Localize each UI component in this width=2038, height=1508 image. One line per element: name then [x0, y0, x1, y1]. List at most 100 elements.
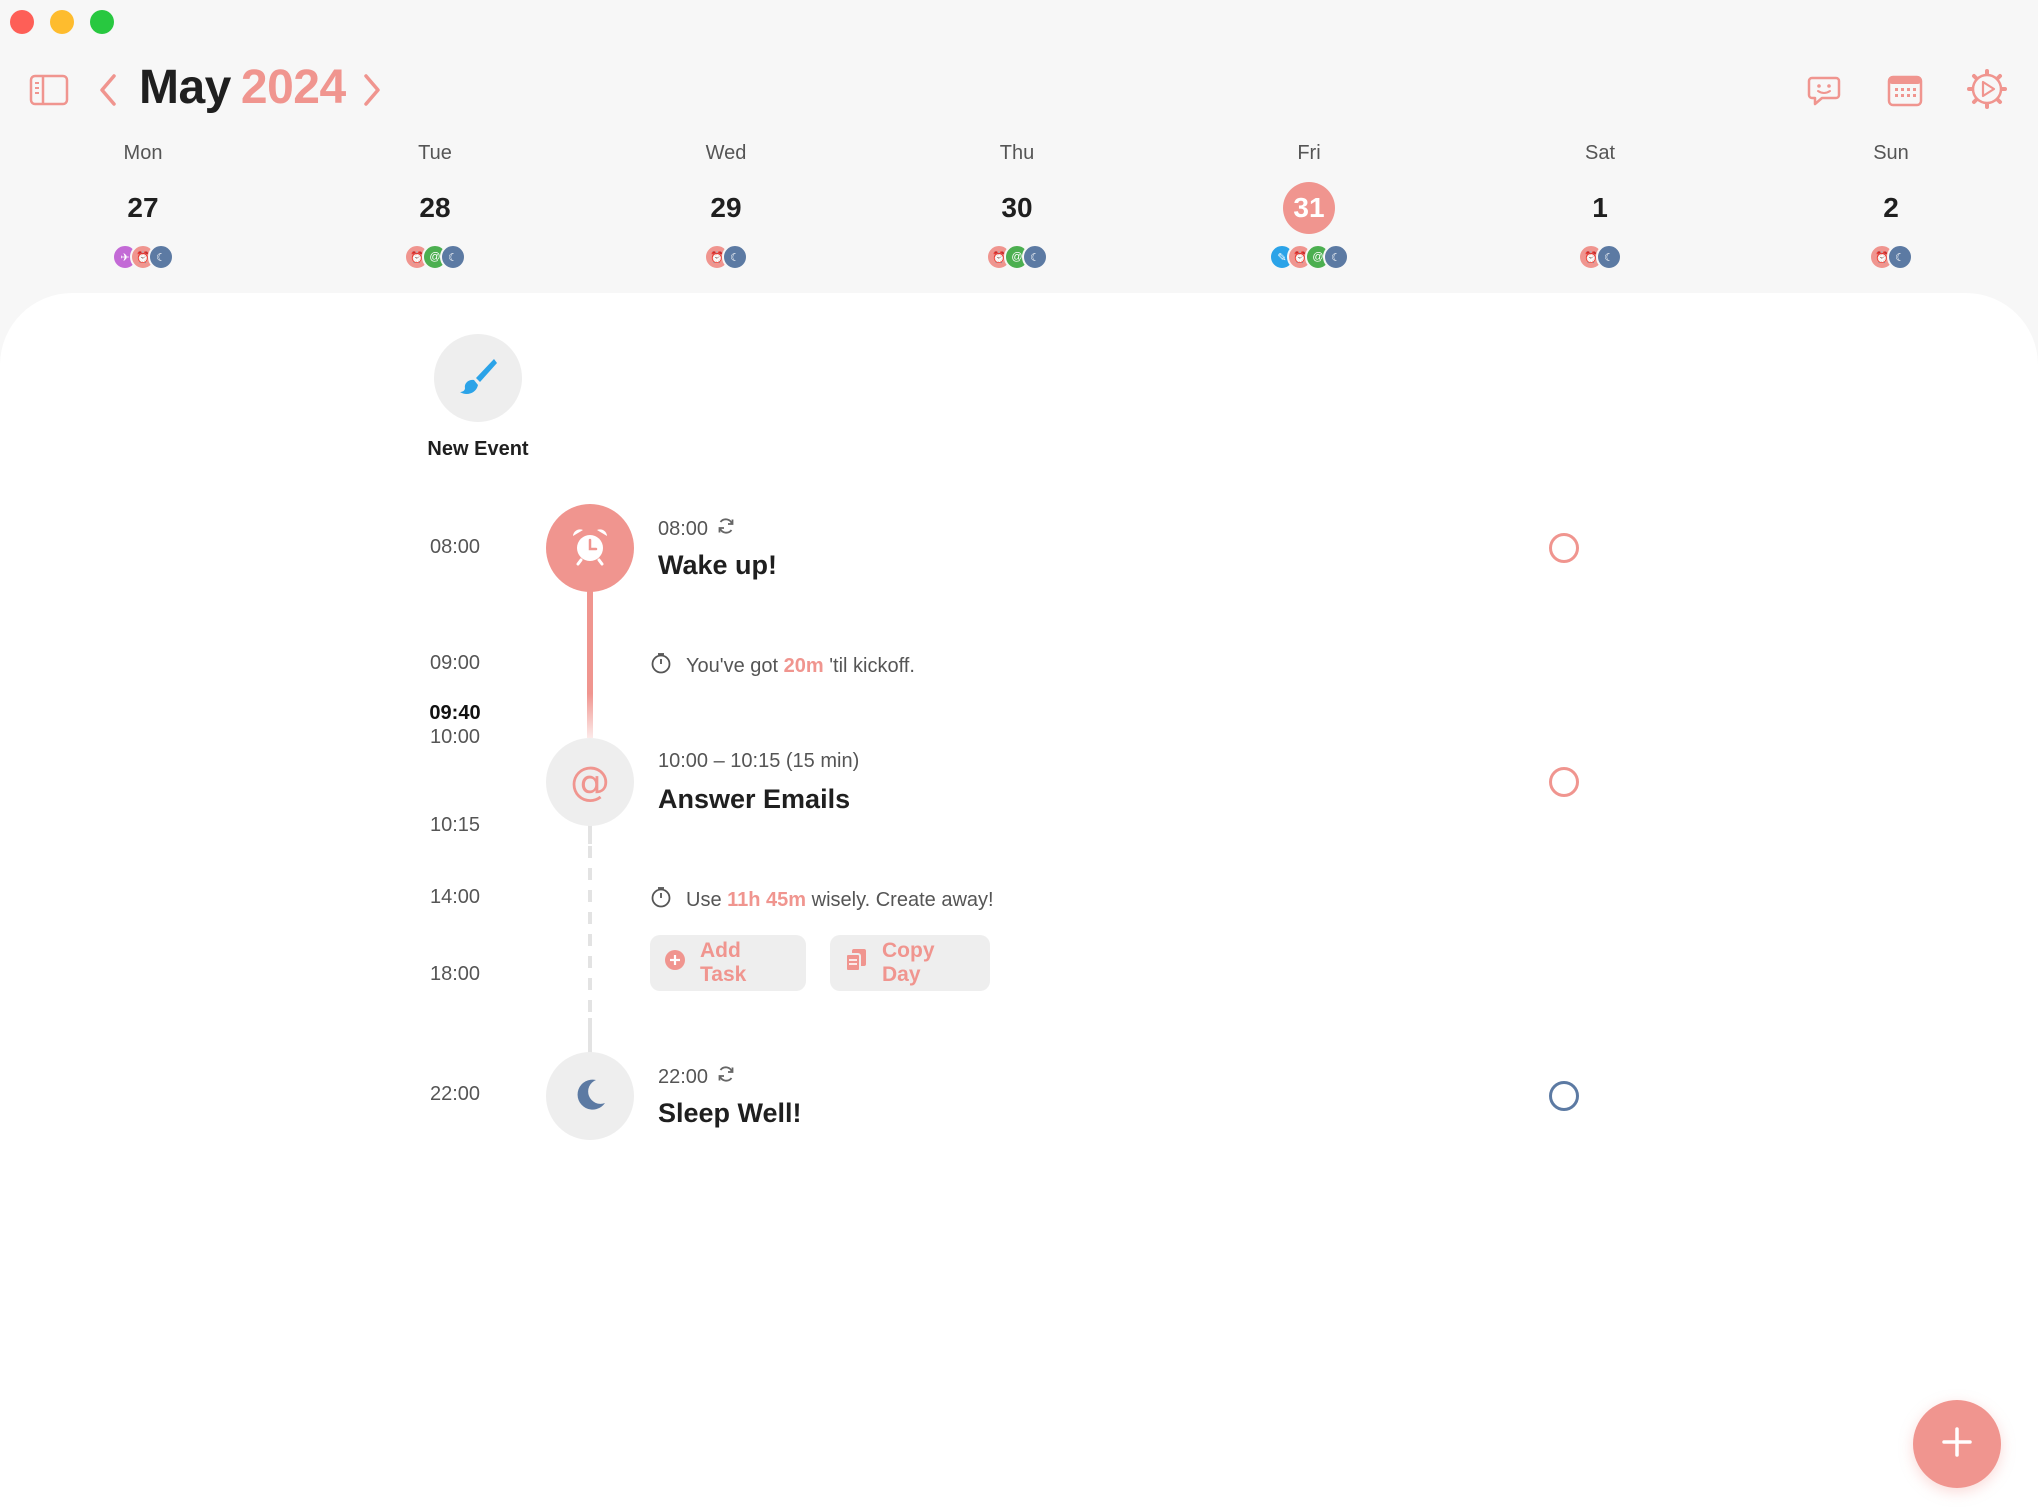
event-time: 08:00	[658, 517, 709, 540]
free-time-message: You've got 20m 'til kickoff.	[650, 652, 915, 680]
plus-circle-icon	[664, 949, 686, 977]
new-event-label: New Event	[427, 438, 529, 460]
day-cell-tue[interactable]: Tue 28 ⏰ @ ☾	[360, 138, 510, 270]
repeat-icon	[716, 516, 736, 542]
event-time: 10:00 – 10:15 (15 min)	[658, 750, 860, 772]
weekday-label: Thu	[999, 142, 1035, 164]
day-cell-mon[interactable]: Mon 27 ✈ ⏰ ☾	[68, 138, 218, 270]
elapsed-timeline-line	[587, 590, 593, 738]
day-cell-sun[interactable]: Sun 2 ⏰ ☾	[1816, 138, 1966, 270]
complete-checkbox[interactable]	[1549, 533, 1579, 563]
current-time-label: 09:40	[429, 702, 481, 724]
copy-documents-icon	[844, 947, 868, 979]
day-number: 2	[1883, 192, 1899, 223]
time-label: 10:15	[429, 814, 481, 836]
event-title: Wake up!	[658, 550, 778, 580]
time-label: 10:00	[429, 726, 481, 748]
add-task-button[interactable]: Add Task	[650, 935, 806, 991]
timeline-line-segment	[588, 1018, 592, 1054]
event-time-meta: 22:00	[658, 1064, 736, 1090]
copy-day-label: Copy Day	[882, 939, 935, 986]
gap-suffix: 'til kickoff.	[829, 654, 915, 677]
day-cell-thu[interactable]: Thu 30 ⏰ @ ☾	[942, 138, 1092, 270]
event-time: 22:00	[658, 1065, 709, 1088]
next-month-chevron-icon[interactable]	[358, 70, 386, 110]
event-title: Sleep Well!	[658, 1098, 802, 1128]
time-label: 22:00	[429, 1083, 481, 1105]
complete-checkbox[interactable]	[1549, 767, 1579, 797]
copy-day-button[interactable]: Copy Day	[830, 935, 990, 991]
weekday-label: Sun	[1873, 142, 1909, 164]
timer-icon	[650, 886, 672, 914]
month-label: May	[139, 61, 231, 114]
plus-icon	[1940, 1425, 1974, 1464]
event-indicator-dots: ✎ ⏰ @ ☾	[1234, 244, 1384, 270]
event-indicator-dots: ✈ ⏰ ☾	[68, 244, 218, 270]
settings-gear-icon[interactable]	[1966, 68, 2008, 110]
day-number: 29	[710, 192, 742, 223]
event-indicator-dots: ⏰ ☾	[651, 244, 801, 270]
gap-duration: 11h 45m	[727, 888, 807, 911]
timer-icon	[650, 652, 672, 680]
month-year-title: May 2024	[139, 60, 346, 115]
minimize-window-button[interactable]	[50, 10, 74, 34]
day-cell-sat[interactable]: Sat 1 ⏰ ☾	[1525, 138, 1675, 270]
add-event-fab[interactable]	[1913, 1400, 2001, 1488]
event-indicator-dots: ⏰ ☾	[1525, 244, 1675, 270]
at-sign-icon: @	[570, 759, 610, 805]
day-number: 27	[127, 192, 159, 223]
new-event-button[interactable]	[434, 334, 522, 422]
complete-checkbox[interactable]	[1549, 1081, 1579, 1111]
event-time-meta: 10:00 – 10:15 (15 min)	[658, 750, 859, 773]
moon-icon: ☾	[1022, 244, 1048, 270]
alarm-clock-icon	[569, 525, 611, 572]
day-timeline-panel	[0, 293, 2038, 1508]
moon-icon: ☾	[722, 244, 748, 270]
day-number: 1	[1592, 192, 1608, 223]
time-label: 08:00	[429, 536, 481, 558]
event-time-meta: 08:00	[658, 516, 736, 542]
event-indicator-dots: ⏰ @ ☾	[360, 244, 510, 270]
wake-up-event-icon[interactable]	[546, 504, 634, 592]
event-title: Answer Emails	[658, 784, 851, 814]
day-number: 30	[1001, 192, 1033, 223]
day-cell-wed[interactable]: Wed 29 ⏰ ☾	[651, 138, 801, 270]
selected-day-number: 31	[1283, 182, 1335, 234]
weekday-label: Sat	[1584, 142, 1616, 164]
moon-icon	[570, 1074, 610, 1119]
zoom-window-button[interactable]	[90, 10, 114, 34]
weekday-label: Wed	[705, 142, 747, 164]
weekday-label: Tue	[418, 142, 452, 164]
previous-month-chevron-icon[interactable]	[94, 70, 122, 110]
feedback-chat-icon[interactable]	[1804, 70, 1844, 110]
close-window-button[interactable]	[10, 10, 34, 34]
calendar-view-icon[interactable]	[1885, 70, 1925, 110]
brush-icon	[456, 354, 500, 403]
sleep-event-icon[interactable]	[546, 1052, 634, 1140]
moon-icon: ☾	[1887, 244, 1913, 270]
time-label: 18:00	[429, 963, 481, 985]
answer-emails-event-icon[interactable]: @	[546, 738, 634, 826]
time-label: 14:00	[429, 886, 481, 908]
time-label: 09:00	[429, 652, 481, 674]
gap-prefix: Use	[686, 888, 722, 911]
weekday-label: Mon	[123, 142, 163, 164]
moon-icon: ☾	[1323, 244, 1349, 270]
gap-suffix: wisely. Create away!	[811, 888, 994, 911]
gap-duration: 20m	[783, 654, 824, 677]
moon-icon: ☾	[148, 244, 174, 270]
event-indicator-dots: ⏰ @ ☾	[942, 244, 1092, 270]
gap-prefix: You've got	[686, 654, 779, 677]
year-label: 2024	[240, 61, 346, 114]
sidebar-toggle-icon[interactable]	[28, 72, 70, 108]
day-cell-fri[interactable]: Fri 31 ✎ ⏰ @ ☾	[1234, 138, 1384, 270]
day-number: 28	[419, 192, 451, 223]
timeline-dashed-line	[588, 846, 592, 1016]
free-time-message: Use 11h 45m wisely. Create away!	[650, 886, 994, 914]
moon-icon: ☾	[1596, 244, 1622, 270]
repeat-icon	[716, 1064, 736, 1090]
weekday-label: Fri	[1297, 142, 1321, 164]
add-task-label: Add Task	[700, 939, 747, 986]
event-indicator-dots: ⏰ ☾	[1816, 244, 1966, 270]
moon-icon: ☾	[440, 244, 466, 270]
